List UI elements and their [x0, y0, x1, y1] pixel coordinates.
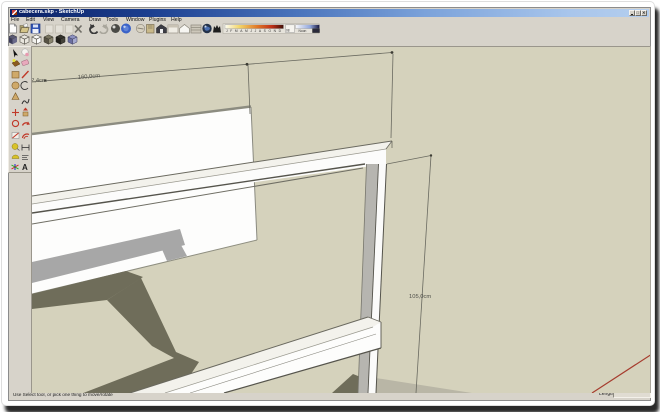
svg-text:08: 08 — [286, 28, 290, 32]
svg-text:A: A — [22, 163, 28, 171]
svg-text:JFMAMJJASOND: JFMAMJJASOND — [226, 29, 284, 33]
svg-text:105,0cm: 105,0cm — [409, 294, 431, 300]
svg-text:Noon: Noon — [299, 29, 307, 33]
svg-text:2,4cm: 2,4cm — [32, 78, 47, 84]
